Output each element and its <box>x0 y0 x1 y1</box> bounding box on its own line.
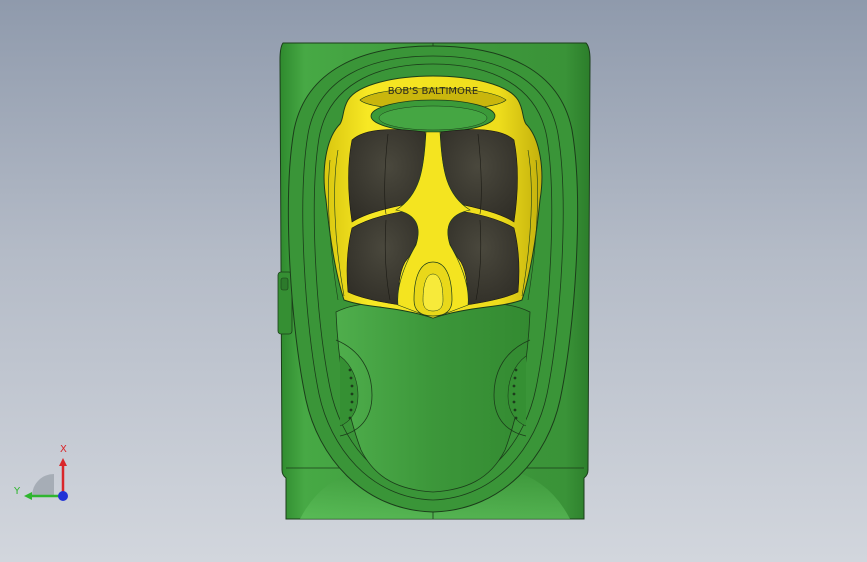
cad-model-top-view[interactable]: BOB'S BALTIMORE <box>0 0 867 562</box>
z-axis-dot <box>58 491 68 501</box>
y-axis-arrowhead <box>24 492 32 500</box>
headrest-emboss-text: BOB'S BALTIMORE <box>388 86 478 97</box>
x-axis-arrowhead <box>59 458 67 466</box>
triad-plane-shading <box>32 474 54 496</box>
graphics-viewport[interactable]: BOB'S BALTIMORE X Y <box>0 0 867 562</box>
axis-triad: X Y <box>13 444 68 501</box>
x-axis-label: X <box>60 444 67 455</box>
y-axis-label: Y <box>13 486 21 497</box>
